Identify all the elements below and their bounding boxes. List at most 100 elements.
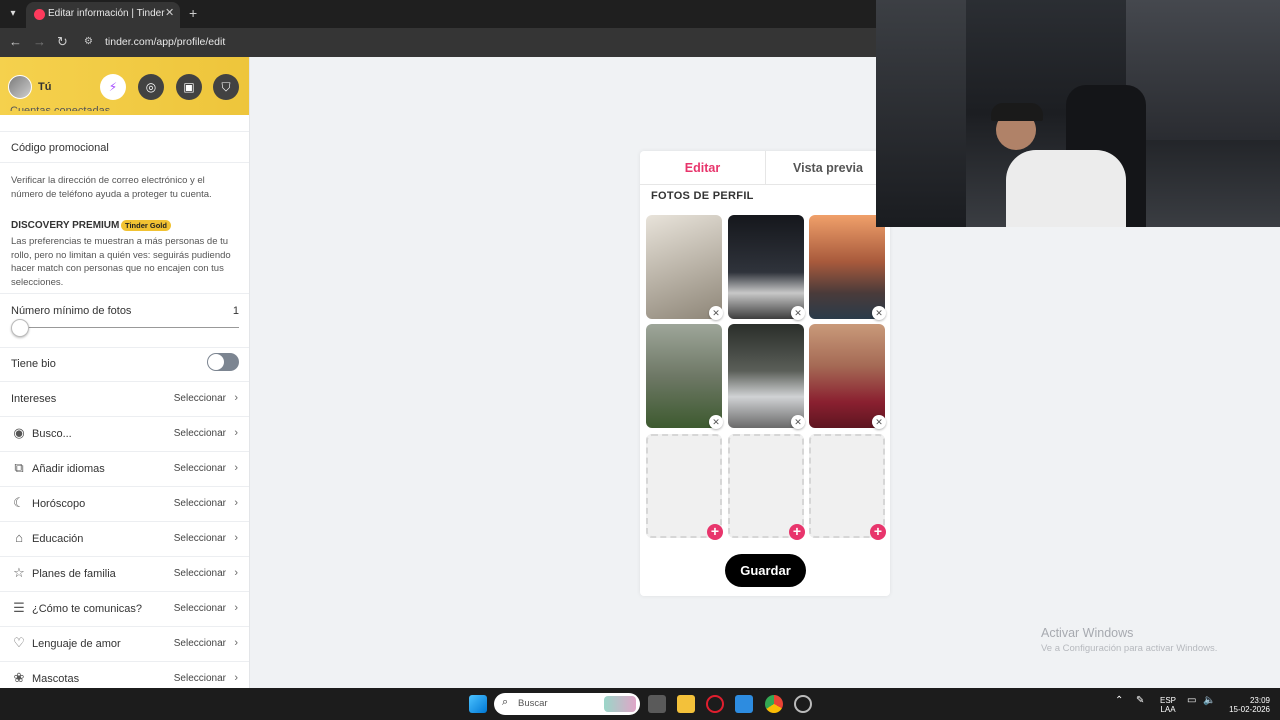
chevron-right-icon: › (234, 462, 238, 474)
tinder-gold-badge: Tinder Gold (121, 220, 171, 231)
language-icon: ⧉ (14, 460, 24, 475)
promo-code-row[interactable]: Código promocional (0, 131, 249, 163)
browser-tab[interactable]: Editar información | Tinder ✕ (26, 2, 180, 28)
min-photos-row: Número mínimo de fotos 1 (0, 293, 249, 348)
webcam-wall (876, 0, 966, 227)
reload-icon[interactable]: ↻ (57, 34, 68, 50)
profile-photos-title: FOTOS DE PERFIL (651, 190, 754, 202)
profile-photo-1[interactable] (646, 215, 722, 319)
explore-icon[interactable]: ◎ (138, 74, 164, 100)
webcam-person-shirt (1006, 150, 1126, 227)
tray-chevron-up-icon[interactable]: ⌃ (1115, 696, 1123, 706)
webcam-overlay (876, 0, 1280, 227)
sidebar-item-label: Planes de familia (32, 568, 116, 580)
webcam-shelf (1126, 0, 1280, 140)
has-bio-toggle[interactable] (207, 353, 239, 371)
select-link: Seleccionar (173, 393, 226, 404)
select-link: Seleccionar (173, 603, 226, 614)
sidebar-item-intereses[interactable]: Intereses Seleccionar › (0, 382, 249, 417)
clock-time: 23:09 (1249, 696, 1270, 705)
remove-photo-icon[interactable]: ✕ (791, 306, 805, 320)
tray-pen-icon[interactable]: ✎ (1136, 696, 1144, 706)
sidebar-item-educacion[interactable]: ⌂ Educación Seleccionar › (0, 522, 249, 557)
min-photos-slider-thumb[interactable] (11, 319, 29, 337)
select-link: Seleccionar (173, 638, 226, 649)
taskbar-search-placeholder: Buscar (518, 698, 548, 709)
tab-title: Editar información | Tinder (48, 8, 165, 19)
select-link: Seleccionar (173, 428, 226, 439)
language-indicator[interactable]: ESP LAA (1156, 696, 1180, 714)
forward-icon[interactable]: → (33, 34, 46, 49)
eye-icon: ◉ (13, 425, 25, 440)
tab-editar[interactable]: Editar (640, 151, 765, 185)
min-photos-slider-track[interactable] (14, 327, 239, 328)
sidebar-item-lenguaje-amor[interactable]: ♡ Lenguaje de amor Seleccionar › (0, 627, 249, 662)
chevron-right-icon: › (234, 567, 238, 579)
network-icon[interactable]: ▭ (1187, 696, 1196, 706)
tab-close-icon[interactable]: ✕ (165, 6, 174, 19)
has-bio-label: Tiene bio (11, 358, 56, 370)
sidebar-item-horoscopo[interactable]: ☾ Horóscopo Seleccionar › (0, 487, 249, 522)
chrome-icon[interactable] (765, 695, 783, 713)
select-link: Seleccionar (173, 568, 226, 579)
clock-date: 15-02-2026 (1229, 705, 1270, 714)
opera-icon[interactable] (706, 695, 724, 713)
chevron-right-icon: › (234, 497, 238, 509)
add-photo-icon[interactable]: + (789, 524, 805, 540)
sidebar-item-idiomas[interactable]: ⧉ Añadir idiomas Seleccionar › (0, 452, 249, 487)
profile-photo-6[interactable] (809, 324, 885, 428)
moon-icon: ☾ (13, 495, 25, 510)
app-icon[interactable] (794, 695, 812, 713)
volume-icon[interactable]: 🔈 (1203, 696, 1215, 706)
heart-chat-icon: ♡ (13, 635, 25, 650)
url-field[interactable]: tinder.com/app/profile/edit (105, 36, 225, 48)
task-view-icon[interactable] (648, 695, 666, 713)
new-tab-icon[interactable]: + (189, 5, 197, 21)
add-photo-icon[interactable]: + (870, 524, 886, 540)
search-highlight-icon (604, 696, 636, 712)
settings-sidebar: Tú ⚡ ◎ ▣ ⛉ Cuentas conectadas Código pro… (0, 57, 250, 688)
tab-vista-previa[interactable]: Vista previa (765, 151, 890, 185)
taskbar-search[interactable]: ⌕ Buscar (494, 693, 640, 715)
profile-label[interactable]: Tú (38, 81, 51, 93)
sidebar-item-planes-familia[interactable]: ☆ Planes de familia Seleccionar › (0, 557, 249, 592)
briefcase-icon[interactable]: ▣ (176, 74, 202, 100)
profile-photo-4[interactable] (646, 324, 722, 428)
tab-search-icon[interactable]: ▾ (4, 5, 22, 23)
save-button[interactable]: Guardar (725, 554, 806, 587)
sidebar-item-busco[interactable]: ◉ Busco... Seleccionar › (0, 417, 249, 452)
discovery-premium-title: DISCOVERY PREMIUM (11, 220, 120, 231)
remove-photo-icon[interactable]: ✕ (709, 306, 723, 320)
remove-photo-icon[interactable]: ✕ (709, 415, 723, 429)
shield-icon[interactable]: ⛉ (213, 74, 239, 100)
windows-start-icon[interactable] (469, 695, 487, 713)
chevron-right-icon: › (234, 532, 238, 544)
remove-photo-icon[interactable]: ✕ (872, 306, 886, 320)
sidebar-item-label: Busco... (32, 428, 72, 440)
clock[interactable]: 23:09 15-02-2026 (1224, 696, 1270, 714)
file-explorer-icon[interactable] (677, 695, 695, 713)
sidebar-item-mascotas[interactable]: ❀ Mascotas Seleccionar › (0, 662, 249, 688)
chevron-right-icon: › (234, 602, 238, 614)
profile-photo-5[interactable] (728, 324, 804, 428)
select-link: Seleccionar (173, 463, 226, 474)
remove-photo-icon[interactable]: ✕ (791, 415, 805, 429)
profile-photo-2[interactable] (728, 215, 804, 319)
sidebar-item-label: Horóscopo (32, 498, 86, 510)
app-f-icon[interactable] (735, 695, 753, 713)
sidebar-item-comunicas[interactable]: ☰ ¿Cómo te comunicas? Seleccionar › (0, 592, 249, 627)
back-icon[interactable]: ← (9, 34, 22, 49)
add-photo-icon[interactable]: + (707, 524, 723, 540)
min-photos-label: Número mínimo de fotos (11, 305, 132, 317)
profile-photo-3[interactable] (809, 215, 885, 319)
chevron-right-icon: › (234, 637, 238, 649)
search-icon: ⌕ (502, 696, 509, 708)
avatar[interactable] (8, 75, 32, 99)
site-info-icon[interactable]: ⚙ (84, 36, 96, 48)
boost-icon[interactable]: ⚡ (100, 74, 126, 100)
remove-photo-icon[interactable]: ✕ (872, 415, 886, 429)
activate-windows-title: Activar Windows (1041, 626, 1134, 640)
sidebar-item-label: Añadir idiomas (32, 463, 105, 475)
language-top: ESP (1159, 696, 1176, 705)
chevron-right-icon: › (234, 427, 238, 439)
